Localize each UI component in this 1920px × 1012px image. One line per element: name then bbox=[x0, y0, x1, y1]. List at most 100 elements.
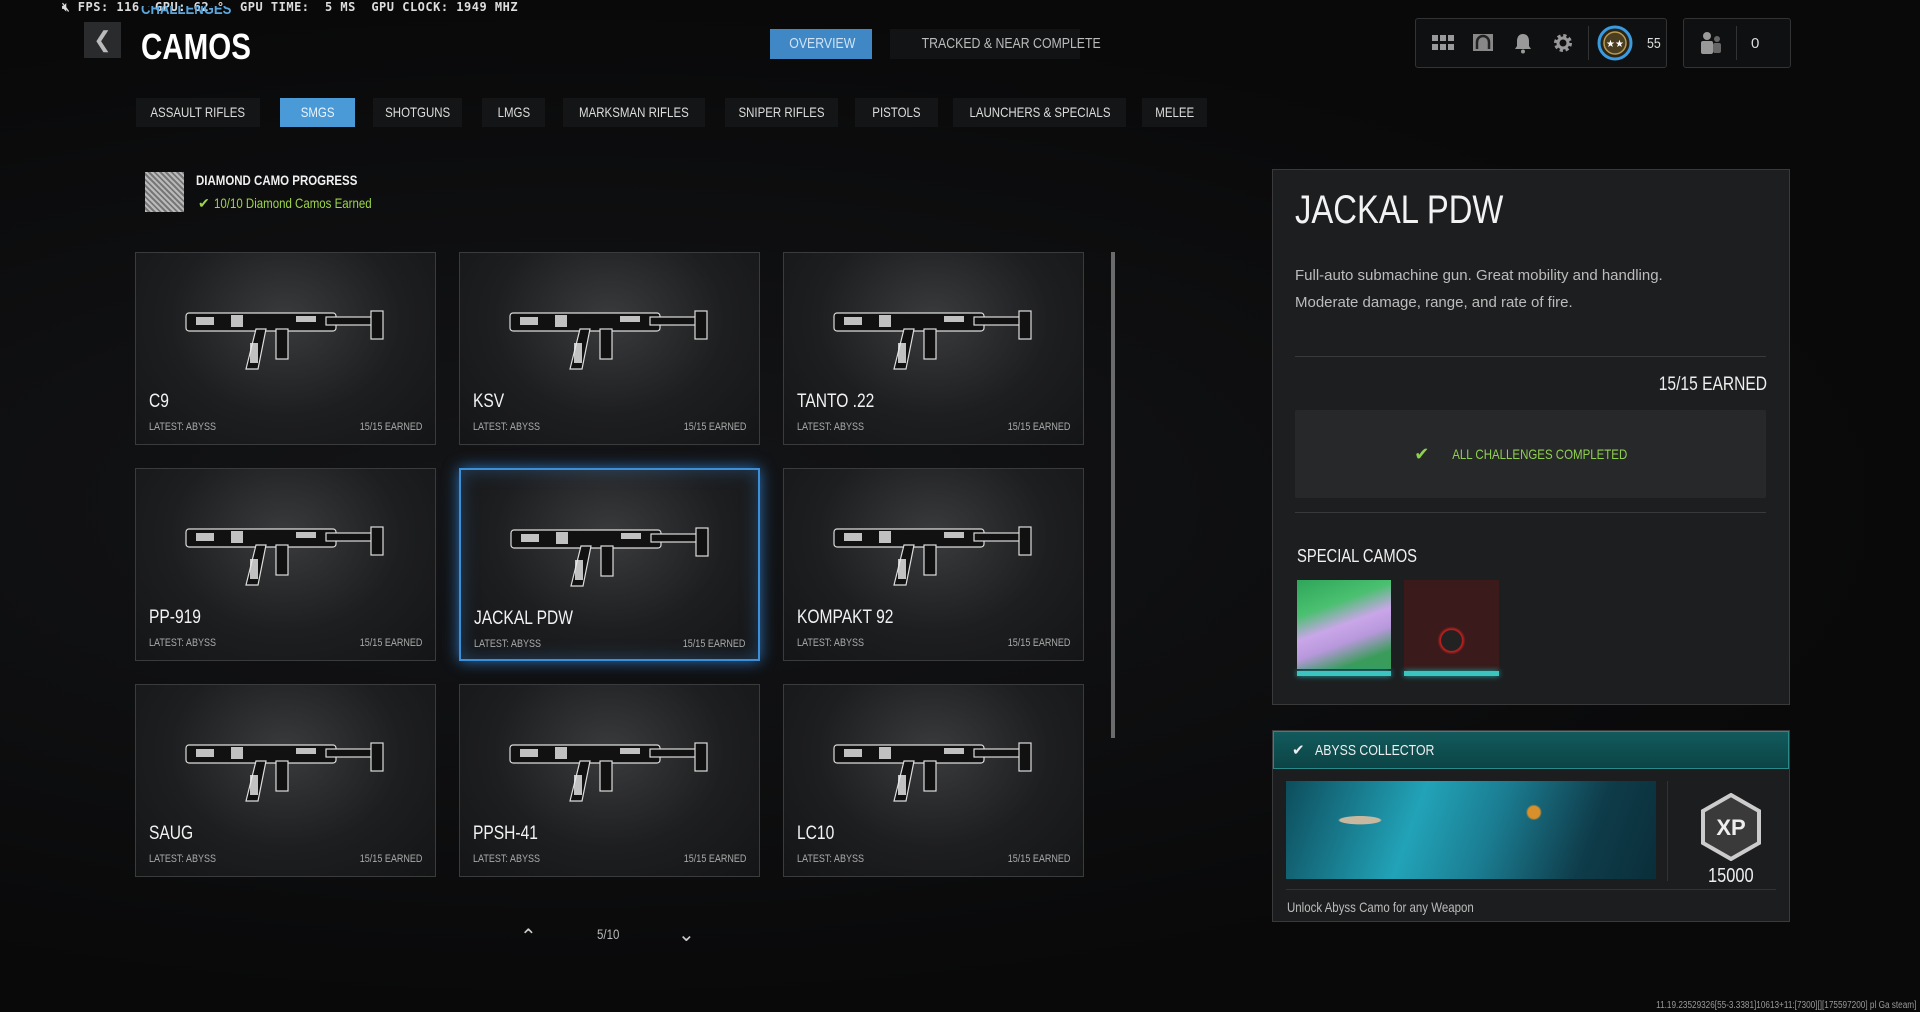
weapon-name: PPSH-41 bbox=[473, 823, 538, 844]
party-count: 0 bbox=[1751, 34, 1760, 52]
challenges-status: ✔ ALL CHALLENGES COMPLETED bbox=[1295, 410, 1766, 498]
hud-toolbar: ★★ 55 bbox=[1415, 18, 1667, 68]
weapon-name: PP-919 bbox=[149, 607, 201, 628]
weapon-card[interactable]: JACKAL PDW LATEST: ABYSS 15/15 EARNED bbox=[459, 468, 760, 661]
scrollbar[interactable] bbox=[1111, 252, 1115, 738]
weapon-latest-camo: LATEST: ABYSS bbox=[149, 421, 217, 433]
page-up-button[interactable]: ⌃ bbox=[520, 924, 537, 949]
weapon-image bbox=[185, 742, 384, 802]
reward-description: Unlock Abyss Camo for any Weapon bbox=[1287, 899, 1474, 915]
camo-1-progress bbox=[1297, 671, 1391, 676]
weapon-latest-camo: LATEST: ABYSS bbox=[797, 421, 865, 433]
abyss-camo-image bbox=[1286, 781, 1656, 879]
weapon-earned: 15/15 EARNED bbox=[1007, 421, 1070, 433]
weapon-latest-camo: LATEST: ABYSS bbox=[149, 637, 217, 649]
detail-title: JACKAL PDW bbox=[1295, 188, 1504, 232]
camo-2-progress bbox=[1404, 671, 1499, 676]
tab-overview[interactable]: OVERVIEW bbox=[770, 29, 872, 59]
divider bbox=[1667, 781, 1668, 881]
category-tab-launchers-specials[interactable]: LAUNCHERS & SPECIALS bbox=[953, 98, 1126, 127]
svg-text:XP: XP bbox=[1716, 815, 1745, 840]
category-tab-lmgs[interactable]: LMGS bbox=[482, 98, 545, 127]
special-camo-1[interactable] bbox=[1297, 580, 1391, 669]
weapon-earned: 15/15 EARNED bbox=[1007, 637, 1070, 649]
party-box[interactable]: 0 bbox=[1683, 18, 1791, 68]
category-tab-marksman-rifles[interactable]: MARKSMAN RIFLES bbox=[563, 98, 705, 127]
diamond-camo-icon bbox=[145, 172, 184, 212]
weapon-card[interactable]: PPSH-41 LATEST: ABYSS 15/15 EARNED bbox=[459, 684, 760, 877]
weapon-latest-camo: LATEST: ABYSS bbox=[473, 421, 541, 433]
weapon-latest-camo: LATEST: ABYSS bbox=[797, 637, 865, 649]
weapon-card[interactable]: PP-919 LATEST: ABYSS 15/15 EARNED bbox=[135, 468, 436, 661]
weapon-image bbox=[510, 527, 709, 587]
weapon-card[interactable]: TANTO .22 LATEST: ABYSS 15/15 EARNED bbox=[783, 252, 1084, 445]
weapon-earned: 15/15 EARNED bbox=[1007, 853, 1070, 865]
page-down-button[interactable]: ⌄ bbox=[678, 922, 695, 947]
weapon-image bbox=[833, 310, 1032, 370]
weapon-name: LC10 bbox=[797, 823, 835, 844]
grid-icon[interactable] bbox=[1430, 30, 1456, 56]
divider bbox=[1736, 26, 1737, 60]
page-title: CAMOS bbox=[141, 26, 251, 67]
special-camos-label: SPECIAL CAMOS bbox=[1297, 546, 1418, 566]
breadcrumb[interactable]: CHALLENGES bbox=[141, 6, 251, 18]
weapon-image bbox=[509, 742, 708, 802]
svg-text:★★: ★★ bbox=[1606, 39, 1624, 50]
weapon-earned: 15/15 EARNED bbox=[682, 638, 745, 650]
diamond-progress-title: DIAMOND CAMO PROGRESS bbox=[196, 172, 358, 188]
weapon-name: C9 bbox=[149, 391, 169, 412]
weapon-latest-camo: LATEST: ABYSS bbox=[473, 853, 541, 865]
gear-icon[interactable] bbox=[1550, 30, 1576, 56]
weapon-image bbox=[833, 742, 1032, 802]
weapon-name: TANTO .22 bbox=[797, 391, 875, 412]
tab-tracked-near-complete[interactable]: TRACKED & NEAR COMPLETE bbox=[890, 29, 1101, 59]
divider bbox=[1588, 26, 1589, 60]
weapon-image bbox=[833, 526, 1032, 586]
category-tab-shotguns[interactable]: SHOTGUNS bbox=[373, 98, 462, 127]
weapon-card[interactable]: KSV LATEST: ABYSS 15/15 EARNED bbox=[459, 252, 760, 445]
weapon-earned: 15/15 EARNED bbox=[359, 421, 422, 433]
weapon-name: KOMPAKT 92 bbox=[797, 607, 894, 628]
weapon-card[interactable]: C9 LATEST: ABYSS 15/15 EARNED bbox=[135, 252, 436, 445]
weapon-card[interactable]: KOMPAKT 92 LATEST: ABYSS 15/15 EARNED bbox=[783, 468, 1084, 661]
divider bbox=[1295, 512, 1766, 513]
party-icon bbox=[1698, 30, 1724, 56]
weapon-image bbox=[509, 310, 708, 370]
page-indicator: 5/10 bbox=[597, 926, 620, 942]
weapon-earned: 15/15 EARNED bbox=[683, 853, 746, 865]
player-level: 55 bbox=[1647, 34, 1661, 52]
bell-icon[interactable] bbox=[1510, 30, 1536, 56]
xp-amount: 15000 bbox=[1708, 865, 1754, 887]
divider bbox=[1286, 889, 1776, 890]
weapon-earned: 15/15 EARNED bbox=[359, 853, 422, 865]
build-info: 11.19.23529326[55-3.3381]10613+11:[7300]… bbox=[1655, 1000, 1916, 1011]
category-tab-assault-rifles[interactable]: ASSAULT RIFLES bbox=[136, 98, 260, 127]
weapon-image bbox=[185, 526, 384, 586]
special-camo-2[interactable] bbox=[1404, 580, 1499, 669]
rank-emblem-icon[interactable]: ★★ bbox=[1597, 25, 1633, 61]
weapon-card[interactable]: SAUG LATEST: ABYSS 15/15 EARNED bbox=[135, 684, 436, 877]
reward-header: ✔ ABYSS COLLECTOR bbox=[1273, 731, 1789, 769]
mute-icon: 🔇︎ bbox=[62, 0, 78, 14]
category-tab-smgs[interactable]: SMGS bbox=[280, 98, 355, 127]
weapon-name: JACKAL PDW bbox=[474, 608, 573, 629]
detail-description: Full-auto submachine gun. Great mobility… bbox=[1295, 267, 1663, 311]
category-tab-pistols[interactable]: PISTOLS bbox=[855, 98, 938, 127]
reward-card: ✔ ABYSS COLLECTOR XP 15000 Unlock Abyss C… bbox=[1272, 730, 1790, 922]
diamond-progress-status: ✔ 10/10 Diamond Camos Earned bbox=[198, 195, 372, 211]
headset-icon[interactable] bbox=[1470, 30, 1496, 56]
check-icon: ✔ bbox=[1414, 443, 1430, 464]
category-tab-melee[interactable]: MELEE bbox=[1142, 98, 1207, 127]
weapon-earned: 15/15 EARNED bbox=[359, 637, 422, 649]
weapon-name: KSV bbox=[473, 391, 505, 412]
performance-overlay: 🔇︎ FPS: 116 GPU: 62 ° GPU TIME: 5 MS GPU… bbox=[62, 0, 519, 14]
back-button[interactable]: ❮ bbox=[84, 22, 121, 58]
xp-icon: XP bbox=[1700, 792, 1762, 866]
weapon-earned: 15/15 EARNED bbox=[683, 421, 746, 433]
weapon-card[interactable]: LC10 LATEST: ABYSS 15/15 EARNED bbox=[783, 684, 1084, 877]
weapon-latest-camo: LATEST: ABYSS bbox=[149, 853, 217, 865]
divider bbox=[1295, 356, 1766, 357]
check-icon: ✔ bbox=[198, 195, 214, 211]
category-tab-sniper-rifles[interactable]: SNIPER RIFLES bbox=[725, 98, 838, 127]
weapon-name: SAUG bbox=[149, 823, 194, 844]
